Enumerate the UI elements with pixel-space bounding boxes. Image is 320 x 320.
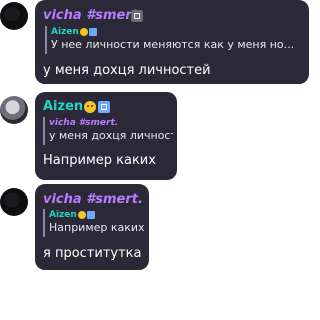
avatar[interactable] — [0, 2, 28, 30]
reply-author: Aizen — [49, 210, 77, 220]
smile-emoji-icon — [77, 210, 86, 219]
message-bubble: vicha #smert. Aizen У нее личности меняю… — [35, 0, 309, 84]
author-name[interactable]: vicha #smert. — [43, 8, 143, 23]
smile-emoji-icon — [79, 27, 88, 36]
reply-quote[interactable]: Aizen У нее личности меняются как у меня… — [45, 26, 303, 54]
author-name[interactable]: Aizen — [43, 99, 83, 114]
badge-icon — [131, 10, 143, 22]
badge-icon — [86, 210, 95, 219]
reply-author: vicha #smert. — [49, 118, 119, 128]
avatar[interactable] — [0, 96, 28, 124]
reply-text: у меня дохця личностей — [49, 129, 173, 142]
reply-text: Например каких — [49, 221, 145, 234]
reply-author: Aizen — [51, 27, 79, 37]
reply-text: У нее личности меняются как у меня но... — [51, 38, 295, 51]
message-bubble: vicha #smert. Aizen Например каких я про… — [35, 184, 149, 270]
message-text: Например каких — [43, 153, 156, 168]
avatar[interactable] — [0, 188, 28, 216]
message-bubble: Aizen vicha #smert. у меня дохця личност… — [35, 92, 177, 180]
message-text: я проститутка — [43, 246, 142, 261]
message-text: у меня дохця личностей — [43, 63, 211, 78]
reply-quote[interactable]: Aizen Например каких — [43, 209, 149, 237]
badge-icon — [98, 101, 110, 113]
smile-emoji-icon — [84, 101, 96, 113]
badge-icon — [88, 27, 97, 36]
author-name[interactable]: vicha #smert. — [43, 192, 143, 207]
reply-quote[interactable]: vicha #smert. у меня дохця личностей — [43, 117, 173, 145]
